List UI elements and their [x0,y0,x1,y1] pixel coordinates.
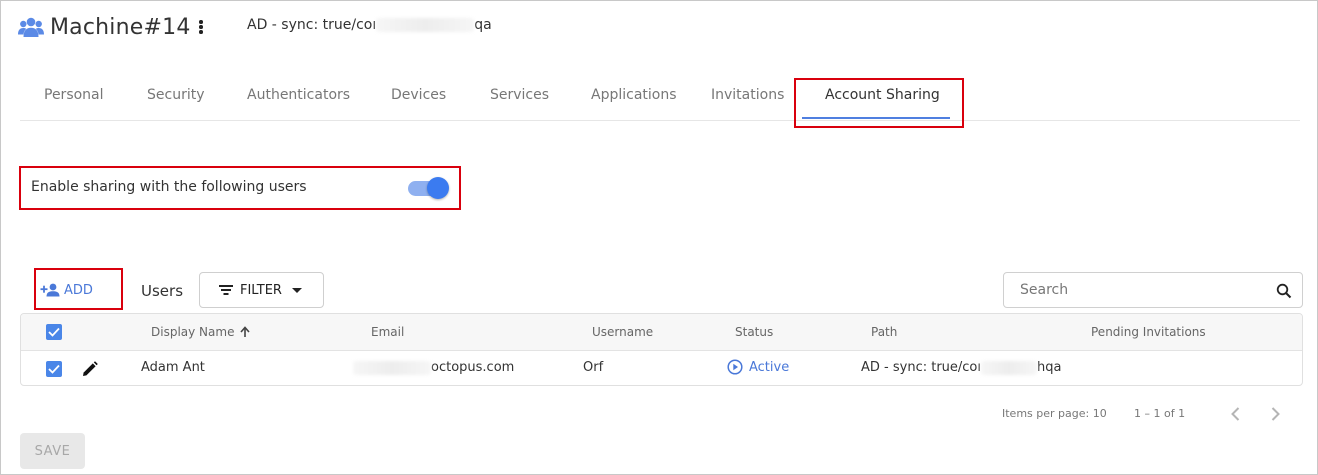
cell-path: AD - sync: true/coı hqa [861,360,1061,375]
row-checkbox[interactable] [46,361,62,377]
chevron-right-icon[interactable] [1265,404,1285,424]
tab-devices[interactable]: Devices [391,87,446,103]
path-prefix: AD - sync: true/coı [861,360,981,375]
play-circle-icon [727,359,743,375]
cell-status[interactable]: Active [727,359,789,375]
active-tab-indicator [802,117,950,119]
save-button[interactable]: SAVE [20,433,85,469]
filter-button-label: FILTER [240,282,282,298]
pagination-range: 1 – 1 of 1 [1134,407,1186,420]
redacted-text [353,360,431,375]
tab-invitations[interactable]: Invitations [711,87,784,103]
users-heading: Users [141,282,184,300]
status-label: Active [749,359,790,375]
path-suffix: hqa [1037,360,1062,375]
header-path-prefix: AD - sync: true/coı [247,17,377,33]
column-header-pending-invitations[interactable]: Pending Invitations [1091,325,1206,339]
check-icon [48,327,60,337]
search-input[interactable] [1004,273,1264,307]
cell-email: octopus.com [353,360,514,375]
kebab-menu-icon[interactable] [196,18,206,36]
column-header-display-name[interactable]: Display Name [151,325,251,339]
sort-arrow-up-icon [240,326,251,337]
items-per-page-label[interactable]: Items per page: 10 [1002,407,1107,420]
toggle-thumb [427,177,449,199]
add-person-icon [40,283,60,297]
filter-button[interactable]: FILTER [199,272,324,308]
users-table: Display Name Email Username Status Path … [20,313,1303,386]
column-header-path[interactable]: Path [871,325,897,339]
redacted-text [376,18,475,32]
table-row[interactable]: Adam Ant octopus.com Orf Active AD - syn… [21,351,1302,386]
sharing-toggle-label: Enable sharing with the following users [31,179,307,195]
chevron-left-icon[interactable] [1226,404,1246,424]
edit-pencil-icon[interactable] [81,360,99,378]
check-icon [48,364,60,374]
caret-down-icon [291,287,302,293]
tab-personal[interactable]: Personal [44,87,104,103]
users-icon [18,16,44,38]
column-label: Display Name [151,325,235,339]
tab-authenticators[interactable]: Authenticators [247,87,350,103]
tab-account-sharing[interactable]: Account Sharing [825,87,940,103]
table-header: Display Name Email Username Status Path … [21,314,1302,351]
page-header: Machine#14 [18,10,191,44]
tab-bar: Personal Security Authenticators Devices… [20,77,1300,121]
tab-services[interactable]: Services [490,87,549,103]
page-frame [0,0,1318,475]
tab-applications[interactable]: Applications [591,87,677,103]
search-box [1003,272,1303,308]
header-path: AD - sync: true/coı qa [247,17,492,33]
select-all-checkbox[interactable] [46,324,62,340]
filter-list-icon [218,285,234,295]
add-user-button[interactable]: ADD [40,276,93,304]
column-header-username[interactable]: Username [592,325,653,339]
sharing-toggle[interactable] [408,177,450,199]
column-header-email[interactable]: Email [371,325,404,339]
cell-username: Orf [583,360,604,375]
tab-security[interactable]: Security [147,87,205,103]
header-path-suffix: qa [474,17,492,33]
search-icon[interactable] [1276,283,1292,299]
cell-display-name: Adam Ant [141,360,205,375]
redacted-text [981,360,1037,375]
add-button-label: ADD [64,282,93,298]
column-header-status[interactable]: Status [735,325,773,339]
page-title: Machine#14 [50,14,191,40]
email-suffix: octopus.com [431,360,515,375]
